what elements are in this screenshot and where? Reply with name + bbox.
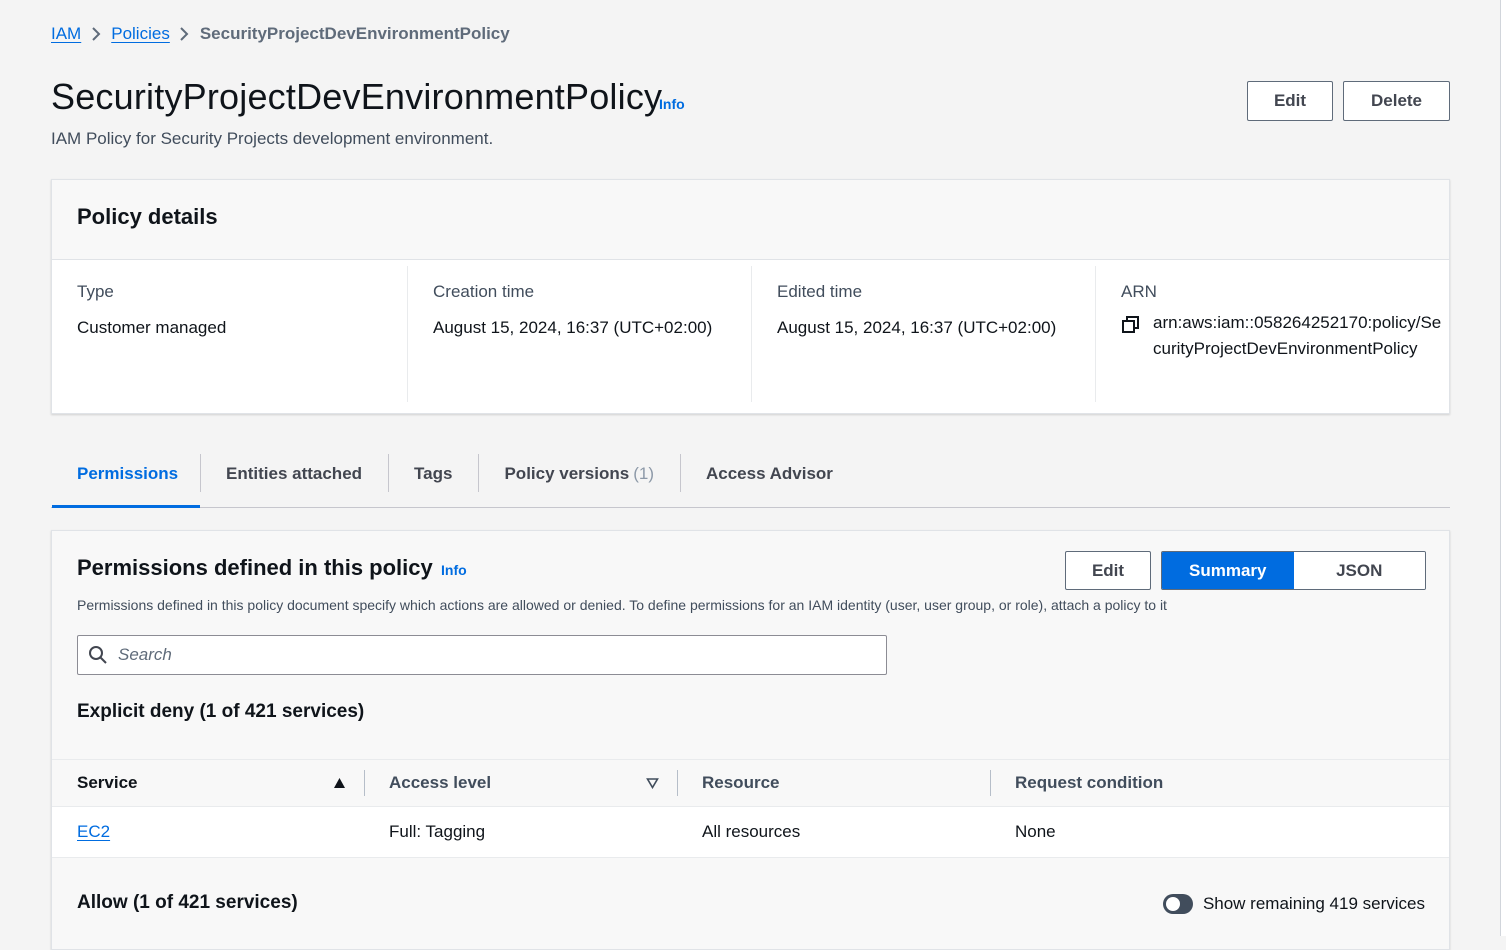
- permissions-title: Permissions defined in this policy: [77, 555, 433, 580]
- table-header: Service Access level Resource Request co…: [52, 759, 1449, 807]
- sort-ascending-icon: [334, 778, 345, 788]
- window-edge: [1500, 0, 1506, 936]
- creation-time-label: Creation time: [433, 282, 535, 301]
- arn-value: arn:aws:iam::058264252170:policy/Securit…: [1153, 313, 1442, 358]
- permissions-info-link[interactable]: Info: [441, 562, 467, 578]
- permissions-description: Permissions defined in this policy docum…: [77, 597, 1167, 613]
- copy-icon[interactable]: [1121, 315, 1141, 335]
- page-description: IAM Policy for Security Projects develop…: [51, 129, 494, 148]
- cell-request-condition: None: [1015, 822, 1056, 841]
- permissions-card: Permissions defined in this policy Info …: [51, 530, 1450, 950]
- show-remaining-label: Show remaining 419 services: [1202, 894, 1425, 913]
- summary-view-button[interactable]: Summary: [1162, 552, 1294, 589]
- policy-tabs: Permissions Entities attached Tags Polic…: [51, 440, 1450, 508]
- tab-permissions[interactable]: Permissions: [51, 440, 200, 508]
- tab-tags[interactable]: Tags: [388, 440, 478, 507]
- arn-label: ARN: [1121, 282, 1157, 301]
- view-mode-segmented-control: Summary JSON: [1161, 551, 1426, 590]
- breadcrumb-iam-link[interactable]: IAM: [51, 24, 81, 44]
- search-icon: [89, 646, 107, 664]
- column-request-condition-label: Request condition: [1015, 773, 1164, 792]
- type-label: Type: [77, 282, 114, 301]
- policy-details-title: Policy details: [77, 204, 218, 229]
- policy-details-header: Policy details: [52, 180, 1449, 260]
- table-row: EC2 Full: Tagging All resources None: [52, 807, 1449, 858]
- tab-permissions-label: Permissions: [77, 463, 179, 483]
- cell-access-level: Full: Tagging: [389, 822, 486, 841]
- chevron-right-icon: [170, 26, 200, 42]
- detail-type: Type Customer managed: [52, 266, 407, 402]
- cell-service: EC2: [52, 822, 364, 842]
- type-value: Customer managed: [77, 318, 227, 337]
- chevron-right-icon: [81, 26, 111, 42]
- tab-versions-label: Policy versions: [504, 463, 630, 483]
- detail-edited-time: Edited time August 15, 2024, 16:37 (UTC+…: [751, 266, 1095, 402]
- column-access-level-label: Access level: [389, 773, 492, 792]
- tab-entities-attached[interactable]: Entities attached: [200, 440, 388, 507]
- delete-policy-button[interactable]: Delete: [1343, 81, 1450, 121]
- show-remaining-toggle[interactable]: [1162, 894, 1193, 914]
- tab-tags-label: Tags: [414, 463, 453, 483]
- search-field[interactable]: [77, 635, 887, 675]
- policy-details-card: Policy details Type Customer managed Cre…: [51, 179, 1450, 414]
- tab-entities-label: Entities attached: [226, 463, 363, 483]
- explicit-deny-heading: Explicit deny (1 of 421 services): [77, 701, 365, 722]
- title-info-link[interactable]: Info: [659, 96, 685, 112]
- breadcrumb: IAM Policies SecurityProjectDevEnvironme…: [51, 24, 510, 44]
- sort-descending-icon: [646, 778, 659, 789]
- detail-creation-time: Creation time August 15, 2024, 16:37 (UT…: [407, 266, 751, 402]
- page-title: SecurityProjectDevEnvironmentPolicy: [51, 76, 663, 117]
- breadcrumb-current: SecurityProjectDevEnvironmentPolicy: [199, 24, 510, 43]
- json-view-button[interactable]: JSON: [1293, 552, 1425, 589]
- show-remaining-toggle-row: Show remaining 419 services: [1162, 894, 1425, 914]
- tab-advisor-label: Access Advisor: [705, 463, 833, 483]
- search-input[interactable]: [118, 645, 858, 665]
- creation-time-value: August 15, 2024, 16:37 (UTC+02:00): [433, 318, 713, 337]
- column-service[interactable]: Service: [52, 759, 364, 807]
- column-access-level[interactable]: Access level: [364, 759, 677, 807]
- breadcrumb-policies-link[interactable]: Policies: [111, 24, 170, 44]
- tab-versions-count: (1): [633, 463, 654, 483]
- column-request-condition: Request condition: [990, 759, 1449, 807]
- column-service-label: Service: [77, 773, 138, 792]
- allow-heading: Allow (1 of 421 services): [77, 892, 298, 913]
- edited-time-value: August 15, 2024, 16:37 (UTC+02:00): [777, 318, 1057, 337]
- cell-resource: All resources: [702, 822, 801, 841]
- tab-policy-versions[interactable]: Policy versions (1): [478, 440, 680, 507]
- deny-services-table: Service Access level Resource Request co…: [52, 759, 1449, 858]
- service-ec2-link[interactable]: EC2: [77, 822, 110, 841]
- tab-access-advisor[interactable]: Access Advisor: [679, 440, 859, 507]
- edit-permissions-button[interactable]: Edit: [1065, 551, 1151, 590]
- detail-arn: ARN arn:aws:iam::058264252170:policy/Sec…: [1095, 266, 1449, 402]
- edit-policy-button[interactable]: Edit: [1247, 81, 1333, 121]
- arn-row: arn:aws:iam::058264252170:policy/Securit…: [1121, 310, 1449, 362]
- edited-time-label: Edited time: [777, 282, 863, 301]
- column-resource-label: Resource: [702, 773, 780, 792]
- column-resource: Resource: [677, 759, 990, 807]
